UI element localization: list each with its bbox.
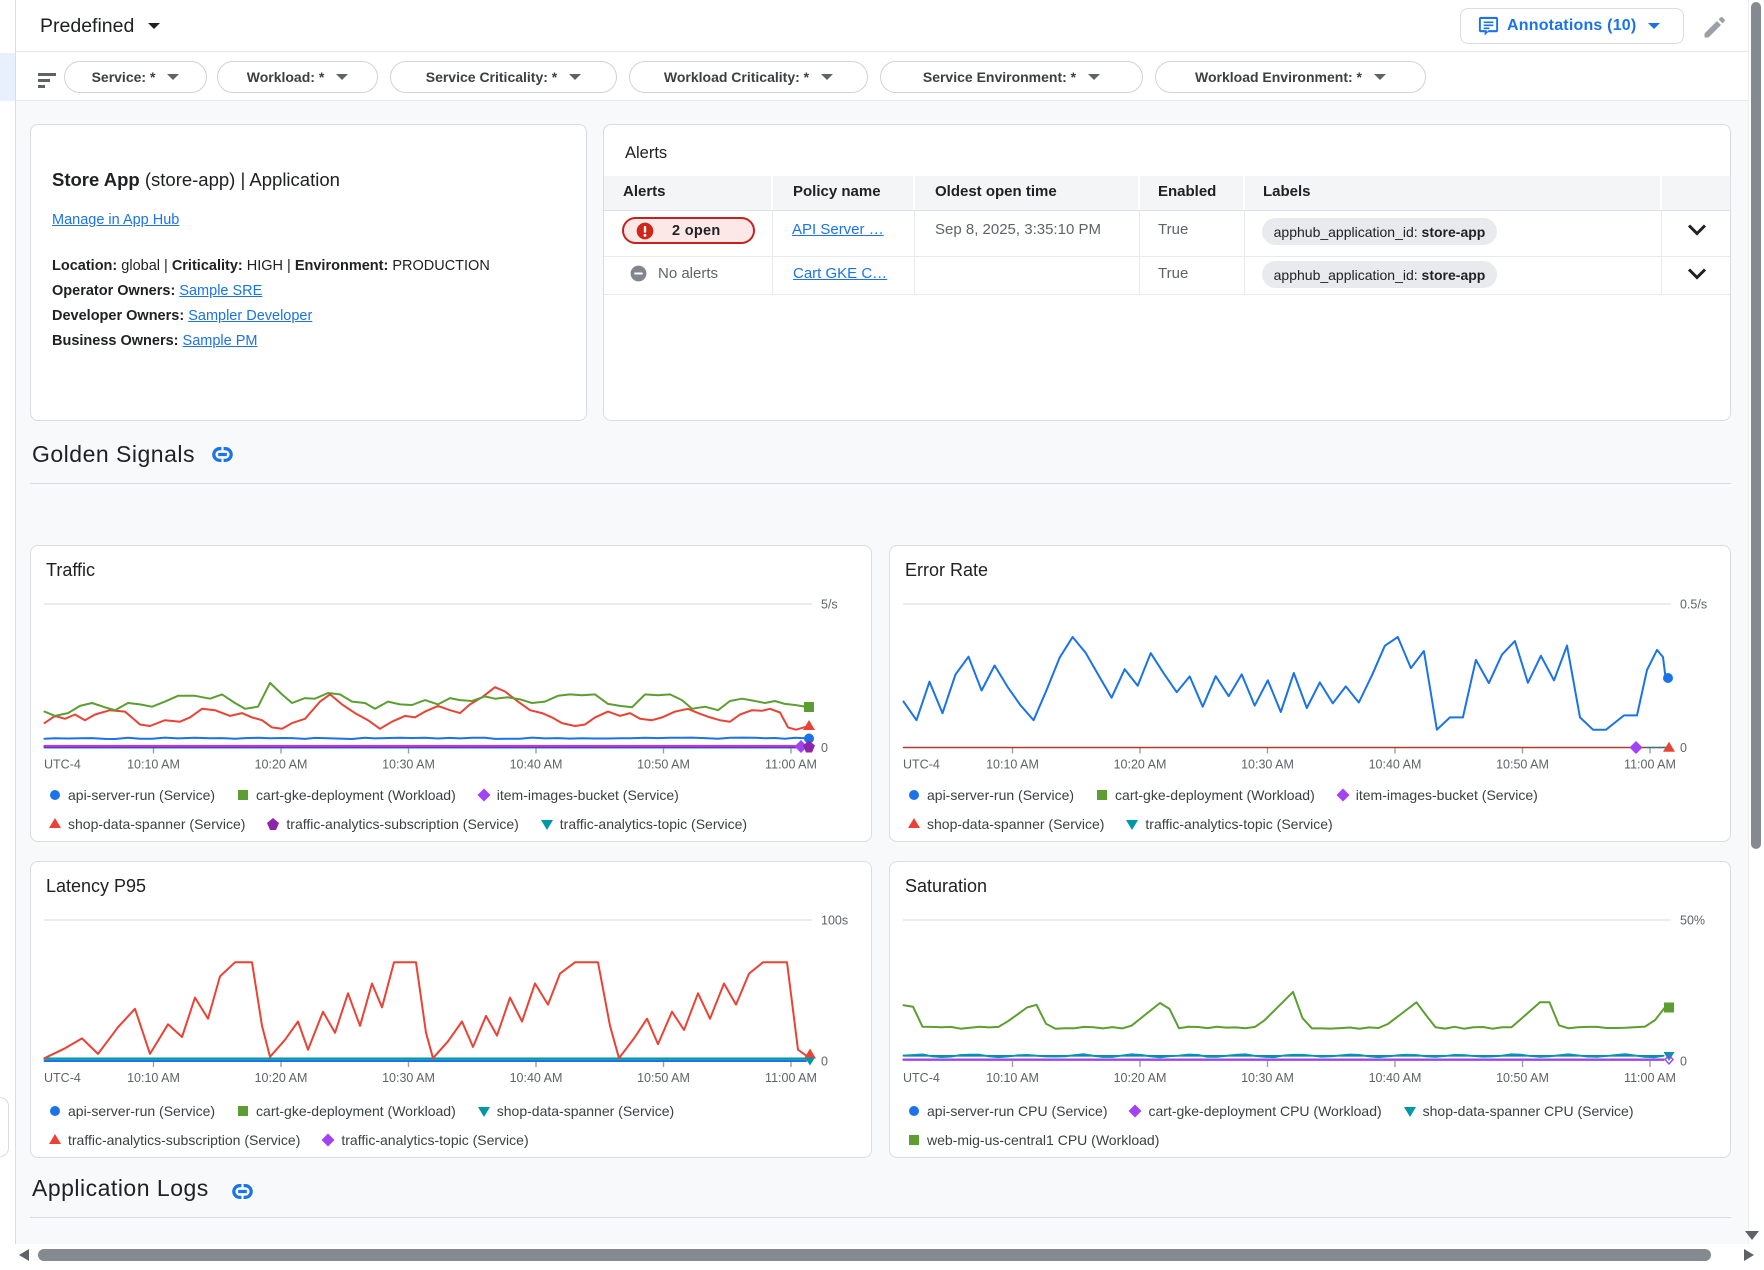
svg-text:0.5/s: 0.5/s	[1680, 598, 1707, 612]
svg-text:10:40 AM: 10:40 AM	[510, 758, 563, 772]
svg-text:11:00 AM: 11:00 AM	[1624, 758, 1676, 772]
svg-text:10:40 AM: 10:40 AM	[1369, 1071, 1422, 1085]
svg-text:0: 0	[1680, 741, 1687, 755]
svg-text:10:50 AM: 10:50 AM	[637, 1071, 690, 1085]
svg-text:10:30 AM: 10:30 AM	[382, 758, 435, 772]
svg-text:11:00 AM: 11:00 AM	[765, 758, 817, 772]
svg-text:11:00 AM: 11:00 AM	[1624, 1071, 1676, 1085]
svg-text:50%: 50%	[1680, 914, 1705, 928]
svg-text:0: 0	[821, 1055, 828, 1069]
svg-text:10:50 AM: 10:50 AM	[1496, 1071, 1549, 1085]
svg-text:10:10 AM: 10:10 AM	[986, 1071, 1039, 1085]
svg-text:10:30 AM: 10:30 AM	[1241, 758, 1294, 772]
svg-text:0: 0	[821, 741, 828, 755]
svg-text:10:20 AM: 10:20 AM	[255, 758, 308, 772]
svg-text:10:20 AM: 10:20 AM	[255, 1071, 308, 1085]
svg-text:10:50 AM: 10:50 AM	[1496, 758, 1549, 772]
svg-text:UTC-4: UTC-4	[44, 758, 81, 772]
svg-text:10:30 AM: 10:30 AM	[382, 1071, 435, 1085]
svg-text:UTC-4: UTC-4	[44, 1071, 81, 1085]
svg-text:UTC-4: UTC-4	[903, 758, 940, 772]
svg-text:100s: 100s	[821, 914, 848, 928]
svg-text:5/s: 5/s	[821, 598, 838, 612]
svg-text:UTC-4: UTC-4	[903, 1071, 940, 1085]
svg-text:10:20 AM: 10:20 AM	[1114, 1071, 1167, 1085]
svg-text:11:00 AM: 11:00 AM	[765, 1071, 817, 1085]
svg-text:10:20 AM: 10:20 AM	[1114, 758, 1167, 772]
svg-text:10:10 AM: 10:10 AM	[127, 1071, 180, 1085]
svg-text:10:40 AM: 10:40 AM	[1369, 758, 1422, 772]
svg-text:10:50 AM: 10:50 AM	[637, 758, 690, 772]
svg-text:10:10 AM: 10:10 AM	[127, 758, 180, 772]
svg-text:0: 0	[1680, 1055, 1687, 1069]
svg-text:10:10 AM: 10:10 AM	[986, 758, 1039, 772]
svg-text:10:40 AM: 10:40 AM	[510, 1071, 563, 1085]
svg-text:10:30 AM: 10:30 AM	[1241, 1071, 1294, 1085]
